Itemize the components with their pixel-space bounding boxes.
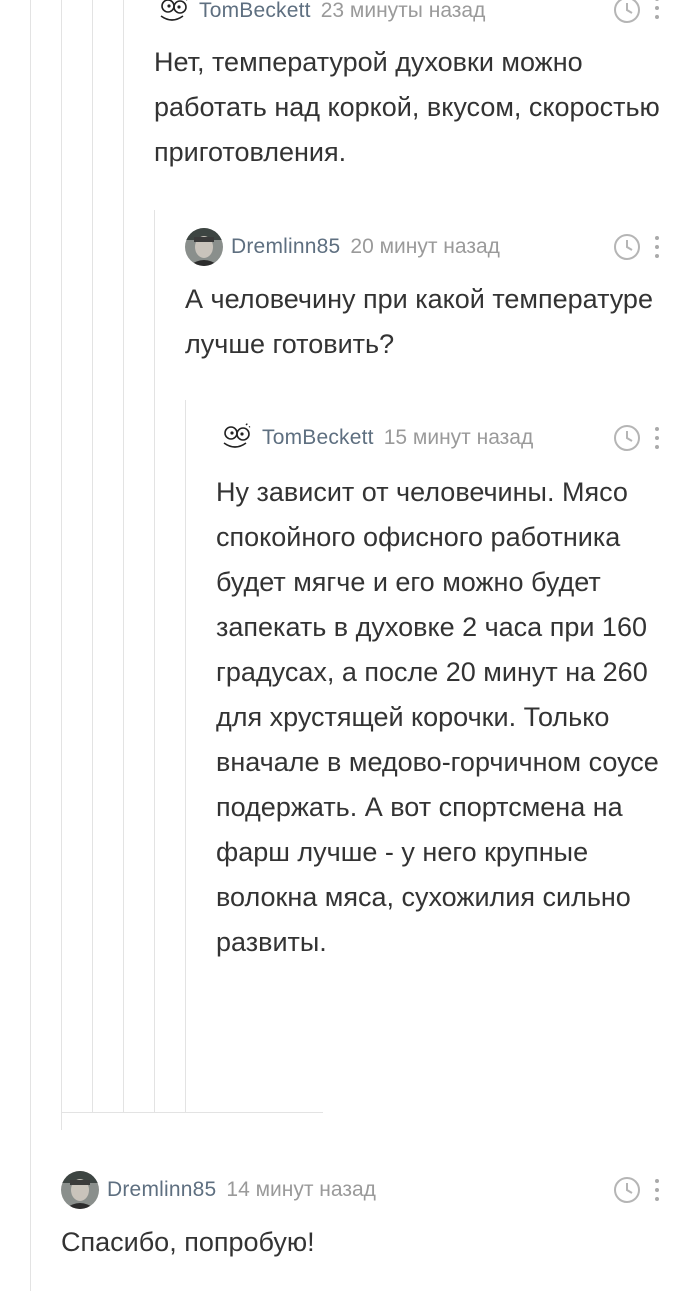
more-vertical-icon[interactable] (654, 1179, 660, 1201)
photo-avatar-icon[interactable] (61, 1171, 99, 1209)
clock-icon[interactable] (613, 1176, 641, 1204)
comment-text: Спасибо, попробую! (61, 1227, 315, 1257)
comment-timestamp[interactable]: 14 минут назад (226, 1178, 376, 1202)
comment-header: Dremlinn85 14 минут назад (61, 1171, 376, 1209)
comment-username[interactable]: Dremlinn85 (107, 1178, 216, 1202)
comment-4: Dremlinn85 14 минут назад Спасибо, попро… (0, 0, 700, 1291)
